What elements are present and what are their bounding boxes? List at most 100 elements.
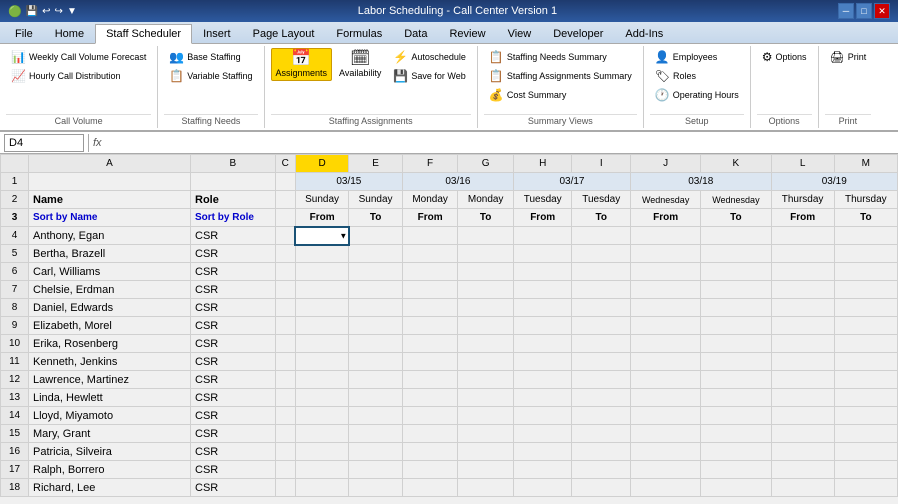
name-box[interactable] <box>4 134 84 152</box>
cell-j14[interactable] <box>631 407 701 425</box>
cell-c2[interactable] <box>275 191 295 209</box>
cell-b5[interactable]: CSR <box>191 245 276 263</box>
base-staffing-btn[interactable]: 👥 Base Staffing <box>164 48 257 66</box>
cell-a16[interactable]: Patricia, Silveira <box>29 443 191 461</box>
cell-e16[interactable] <box>349 443 402 461</box>
cell-b10[interactable]: CSR <box>191 335 276 353</box>
cell-m11[interactable] <box>834 353 897 371</box>
weekly-call-volume-btn[interactable]: 📊 Weekly Call Volume Forecast <box>6 48 151 66</box>
cell-b13[interactable]: CSR <box>191 389 276 407</box>
quick-undo[interactable]: ↩ <box>42 6 50 17</box>
cell-l5[interactable] <box>771 245 834 263</box>
cell-f11[interactable] <box>402 353 458 371</box>
tab-formulas[interactable]: Formulas <box>325 23 393 43</box>
cell-j7[interactable] <box>631 281 701 299</box>
cell-b8[interactable]: CSR <box>191 299 276 317</box>
cell-c13[interactable] <box>275 389 295 407</box>
cell-d16[interactable] <box>295 443 348 461</box>
cell-h9[interactable] <box>513 317 572 335</box>
cell-b7[interactable]: CSR <box>191 281 276 299</box>
cell-a14[interactable]: Lloyd, Miyamoto <box>29 407 191 425</box>
cell-i7[interactable] <box>572 281 631 299</box>
cell-a9[interactable]: Elizabeth, Morel <box>29 317 191 335</box>
cell-d5[interactable] <box>295 245 348 263</box>
cell-m18[interactable] <box>834 479 897 497</box>
cell-l6[interactable] <box>771 263 834 281</box>
cell-j9[interactable] <box>631 317 701 335</box>
cell-k18[interactable] <box>701 479 771 497</box>
cell-e9[interactable] <box>349 317 402 335</box>
cell-g14[interactable] <box>458 407 514 425</box>
cell-h15[interactable] <box>513 425 572 443</box>
employees-btn[interactable]: 👤 Employees <box>650 48 744 66</box>
cell-h10[interactable] <box>513 335 572 353</box>
cell-m5[interactable] <box>834 245 897 263</box>
cell-b17[interactable]: CSR <box>191 461 276 479</box>
cell-i12[interactable] <box>572 371 631 389</box>
cell-f16[interactable] <box>402 443 458 461</box>
col-header-a[interactable]: A <box>29 155 191 173</box>
cell-i8[interactable] <box>572 299 631 317</box>
cell-m8[interactable] <box>834 299 897 317</box>
cell-h1[interactable]: 03/17 <box>513 173 630 191</box>
cell-c16[interactable] <box>275 443 295 461</box>
cell-c6[interactable] <box>275 263 295 281</box>
cell-d8[interactable] <box>295 299 348 317</box>
cell-a10[interactable]: Erika, Rosenberg <box>29 335 191 353</box>
cell-g12[interactable] <box>458 371 514 389</box>
cell-l9[interactable] <box>771 317 834 335</box>
col-header-l[interactable]: L <box>771 155 834 173</box>
cell-j17[interactable] <box>631 461 701 479</box>
save-for-web-btn[interactable]: 💾 Save for Web <box>388 67 471 85</box>
cell-i6[interactable] <box>572 263 631 281</box>
cell-j3-from[interactable]: From <box>631 209 701 227</box>
cell-f15[interactable] <box>402 425 458 443</box>
cell-a7[interactable]: Chelsie, Erdman <box>29 281 191 299</box>
cell-b6[interactable]: CSR <box>191 263 276 281</box>
cell-d18[interactable] <box>295 479 348 497</box>
window-controls[interactable]: ─ □ ✕ <box>838 3 890 19</box>
cell-h5[interactable] <box>513 245 572 263</box>
cell-f10[interactable] <box>402 335 458 353</box>
cell-a3-sort-name[interactable]: Sort by Name <box>29 209 191 227</box>
cell-d12[interactable] <box>295 371 348 389</box>
cell-k9[interactable] <box>701 317 771 335</box>
cell-l2-thursday[interactable]: Thursday <box>771 191 834 209</box>
cell-g5[interactable] <box>458 245 514 263</box>
cell-f7[interactable] <box>402 281 458 299</box>
cell-f17[interactable] <box>402 461 458 479</box>
cell-h17[interactable] <box>513 461 572 479</box>
cell-i16[interactable] <box>572 443 631 461</box>
cell-e6[interactable] <box>349 263 402 281</box>
roles-btn[interactable]: 🏷 Roles <box>650 67 744 85</box>
cell-k2-wednesday[interactable]: Wednesday <box>701 191 771 209</box>
cell-j18[interactable] <box>631 479 701 497</box>
cell-a2[interactable]: Name <box>29 191 191 209</box>
cell-d1[interactable]: 03/15 <box>295 173 402 191</box>
cell-m16[interactable] <box>834 443 897 461</box>
cell-f5[interactable] <box>402 245 458 263</box>
cell-e12[interactable] <box>349 371 402 389</box>
cell-d3-from[interactable]: From <box>295 209 348 227</box>
quick-save[interactable]: 💾 <box>26 6 38 17</box>
col-header-i[interactable]: I <box>572 155 631 173</box>
variable-staffing-btn[interactable]: 📋 Variable Staffing <box>164 67 257 85</box>
cell-j11[interactable] <box>631 353 701 371</box>
cell-a11[interactable]: Kenneth, Jenkins <box>29 353 191 371</box>
cell-i5[interactable] <box>572 245 631 263</box>
cell-e3-to[interactable]: To <box>349 209 402 227</box>
autoschedule-btn[interactable]: ⚡ Autoschedule <box>388 48 471 66</box>
cell-d4-active[interactable]: ▼ <box>295 227 348 245</box>
tab-staff-scheduler[interactable]: Staff Scheduler <box>95 24 192 44</box>
col-header-f[interactable]: F <box>402 155 458 173</box>
col-header-e[interactable]: E <box>349 155 402 173</box>
cell-h8[interactable] <box>513 299 572 317</box>
cell-e17[interactable] <box>349 461 402 479</box>
cell-f9[interactable] <box>402 317 458 335</box>
cell-j6[interactable] <box>631 263 701 281</box>
cell-l10[interactable] <box>771 335 834 353</box>
cell-h18[interactable] <box>513 479 572 497</box>
cell-d17[interactable] <box>295 461 348 479</box>
cell-j2-wednesday[interactable]: Wednesday <box>631 191 701 209</box>
cell-l16[interactable] <box>771 443 834 461</box>
